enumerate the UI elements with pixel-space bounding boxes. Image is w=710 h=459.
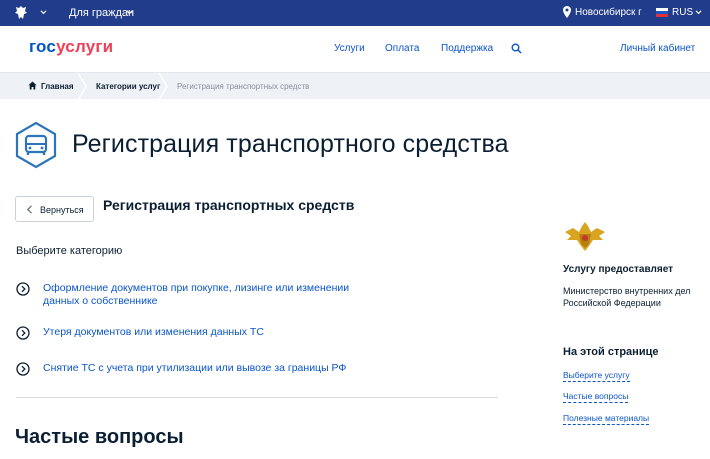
chevron-circle-right-icon: [16, 282, 30, 296]
breadcrumb-current: Регистрация транспортных средств: [177, 82, 310, 91]
category-link[interactable]: Снятие ТС с учета при утилизации или выв…: [43, 362, 353, 375]
breadcrumb-categories[interactable]: Категории услуг: [96, 82, 160, 91]
anchor-link-useful-materials[interactable]: Полезные материалы: [563, 413, 650, 425]
location-pin-icon[interactable]: [563, 6, 571, 18]
category-item-deregistration[interactable]: Снятие ТС с учета при утилизации или выв…: [16, 362, 356, 376]
category-link[interactable]: Оформление документов при покупке, лизин…: [43, 282, 353, 308]
coat-of-arms-icon[interactable]: [12, 4, 30, 22]
choose-category-label: Выберите категорию: [16, 245, 123, 257]
chevron-down-icon[interactable]: [40, 9, 47, 16]
nav-services[interactable]: Услуги: [334, 43, 365, 54]
search-icon[interactable]: [511, 43, 522, 54]
faq-heading: Частые вопросы: [15, 426, 184, 448]
back-button-label: Вернуться: [40, 205, 84, 215]
breadcrumb-separator: [158, 73, 168, 100]
page-title: Регистрация транспортного средства: [72, 130, 509, 158]
gosuslugi-logo[interactable]: госуслуги: [29, 37, 113, 57]
logo-part-uslugi: услуги: [56, 37, 114, 56]
mvd-emblem-icon: [565, 222, 605, 251]
main-header: госуслуги Услуги Оплата Поддержка Личный…: [0, 26, 710, 72]
section-subtitle: Регистрация транспортных средств: [103, 197, 355, 213]
breadcrumb-separator: [77, 73, 87, 100]
chevron-circle-right-icon: [16, 326, 30, 340]
car-service-icon: [15, 121, 57, 169]
nav-support[interactable]: Поддержка: [441, 43, 493, 54]
logo-part-gos: гос: [29, 37, 57, 56]
breadcrumb-home[interactable]: Главная: [41, 82, 74, 91]
section-divider: [16, 397, 498, 398]
chevron-down-icon[interactable]: [126, 9, 133, 16]
back-button[interactable]: Вернуться: [15, 196, 94, 222]
top-bar: Для граждан Новосибирск г RUS: [0, 0, 710, 26]
home-icon[interactable]: [28, 81, 37, 90]
on-this-page-heading: На этой странице: [563, 346, 659, 358]
russia-flag-icon[interactable]: [656, 8, 668, 17]
category-item-purchase[interactable]: Оформление документов при покупке, лизин…: [16, 282, 356, 310]
for-citizens-menu[interactable]: Для граждан: [69, 7, 134, 19]
breadcrumb: Главная Категории услуг Регистрация тран…: [0, 72, 710, 100]
category-item-lost-documents[interactable]: Утеря документов или изменения данных ТС: [16, 326, 356, 340]
personal-cabinet-link[interactable]: Личный кабинет: [620, 43, 695, 54]
language-selector[interactable]: RUS: [672, 7, 693, 18]
nav-payment[interactable]: Оплата: [385, 43, 419, 54]
anchor-link-choose-service[interactable]: Выберите услугу: [563, 370, 630, 382]
anchor-link-faq[interactable]: Частые вопросы: [563, 391, 629, 403]
location-selector[interactable]: Новосибирск г: [575, 7, 642, 18]
chevron-down-icon[interactable]: [695, 9, 702, 16]
category-link[interactable]: Утеря документов или изменения данных ТС: [43, 326, 353, 339]
chevron-left-icon: [26, 205, 32, 214]
provider-name: Министерство внутренних дел Российской Ф…: [563, 286, 691, 308]
provider-heading: Услугу предоставляет: [563, 264, 674, 275]
chevron-circle-right-icon: [16, 362, 30, 376]
